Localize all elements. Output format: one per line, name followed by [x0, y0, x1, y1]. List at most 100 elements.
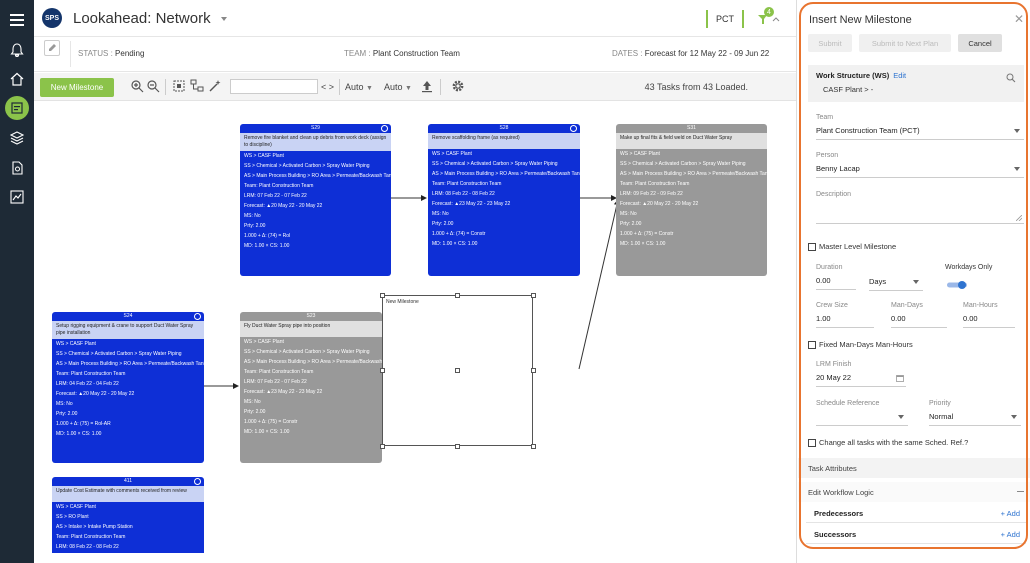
- duration-input[interactable]: 0.00: [816, 276, 856, 290]
- person-field[interactable]: Person Benny Lacap: [816, 152, 1024, 178]
- auto-select-2[interactable]: Auto ▼: [384, 82, 412, 92]
- magic-wand-icon[interactable]: [208, 79, 222, 93]
- resize-handle[interactable]: [380, 444, 385, 449]
- task-card[interactable]: 411 Update Cost Estimate with comments re…: [52, 477, 204, 553]
- task-card[interactable]: S31 Make up final fits & field weld on Du…: [616, 124, 767, 276]
- task-status-icon[interactable]: [194, 313, 201, 320]
- man-hours-input[interactable]: 0.00: [963, 314, 1015, 328]
- prev-next-nav[interactable]: < >: [321, 82, 334, 92]
- duration-unit-value: Days: [869, 277, 887, 286]
- search-icon[interactable]: [1006, 70, 1016, 83]
- close-icon[interactable]: ✕: [1014, 12, 1024, 26]
- upload-icon[interactable]: [420, 79, 434, 93]
- zoom-in-icon[interactable]: [130, 79, 144, 93]
- tasks-loaded-count: 43 Tasks from 43 Loaded.: [644, 82, 748, 92]
- calendar-icon[interactable]: [896, 374, 904, 382]
- task-card[interactable]: S28 Remove scaffolding frame (as required…: [428, 124, 580, 276]
- submit-next-plan-button[interactable]: Submit to Next Plan: [859, 34, 951, 52]
- task-card-field: AS > Main Process Building > RO Area > P…: [620, 171, 767, 177]
- team-value: Plant Construction Team: [372, 49, 460, 58]
- page-title[interactable]: Lookahead: Network: [73, 10, 227, 27]
- search-input[interactable]: [230, 79, 318, 94]
- master-level-checkbox[interactable]: Master Level Milestone: [808, 242, 896, 251]
- priority-field[interactable]: Priority Normal: [929, 400, 1021, 426]
- fixed-mandays-checkbox[interactable]: Fixed Man-Days Man-Hours: [808, 340, 913, 349]
- chevron-down-icon[interactable]: [220, 17, 227, 22]
- task-status-icon[interactable]: [570, 125, 577, 132]
- task-card[interactable]: S24 Setup rigging equipment & crane to su…: [52, 312, 204, 463]
- home-icon[interactable]: [5, 67, 29, 91]
- collapse-icon[interactable]: [1017, 491, 1024, 492]
- task-card-field: AS > Main Process Building > RO Area > P…: [432, 171, 580, 177]
- person-select[interactable]: Benny Lacap: [816, 164, 1024, 178]
- crew-size-input[interactable]: 1.00: [816, 314, 874, 328]
- status-info: STATUS : Pending: [78, 49, 145, 58]
- man-days-input[interactable]: 0.00: [891, 314, 947, 328]
- ws-edit-link[interactable]: Edit: [893, 71, 906, 80]
- team-field[interactable]: Team Plant Construction Team (PCT): [816, 114, 1024, 140]
- duration-unit-field[interactable]: Days: [869, 270, 923, 291]
- checkbox-box[interactable]: [808, 242, 816, 251]
- schedule-reference-field[interactable]: Schedule Reference: [816, 400, 908, 426]
- change-all-label: Change all tasks with the same Sched. Re…: [819, 438, 969, 447]
- task-status-icon[interactable]: [194, 478, 201, 485]
- chart-icon[interactable]: [5, 185, 29, 209]
- dates-label: DATES: [612, 49, 639, 58]
- task-card[interactable]: S23 Fly Duct Water Spray pipe into positi…: [240, 312, 382, 463]
- schedule-icon[interactable]: [5, 96, 29, 120]
- task-attributes-section[interactable]: Task Attributes: [798, 458, 1030, 478]
- task-card-field: SS > Chemical > Activated Carbon > Spray…: [620, 161, 746, 167]
- man-days-label: Man-Days: [891, 302, 923, 309]
- new-milestone-button[interactable]: New Milestone: [40, 78, 114, 97]
- submit-button[interactable]: Submit: [808, 34, 852, 52]
- resize-handle[interactable]: [531, 444, 536, 449]
- description-label: Description: [816, 191, 852, 198]
- resize-handle[interactable]: [531, 293, 536, 298]
- lrm-finish-field[interactable]: LRM Finish 20 May 22: [816, 361, 906, 387]
- priority-select[interactable]: Normal: [929, 412, 1021, 426]
- resize-handle[interactable]: [531, 368, 536, 373]
- team-select[interactable]: Plant Construction Team (PCT): [816, 126, 1024, 140]
- menu-icon[interactable]: [5, 8, 29, 32]
- workflow-logic-section[interactable]: Edit Workflow Logic: [798, 482, 1030, 502]
- gear-icon[interactable]: [451, 79, 465, 93]
- task-card-id: S29: [311, 125, 320, 131]
- horizontal-scrollbar[interactable]: [34, 553, 796, 563]
- layout-icon[interactable]: [190, 79, 204, 93]
- schedule-reference-select[interactable]: [816, 412, 908, 426]
- description-textarea[interactable]: [816, 198, 1024, 224]
- description-field[interactable]: Description: [816, 191, 1024, 224]
- man-days-field[interactable]: Man-Days 0.00: [891, 302, 947, 328]
- network-canvas[interactable]: S29 Remove fire blanket and clean up debr…: [34, 102, 796, 553]
- pencil-icon[interactable]: [44, 40, 60, 56]
- bell-icon[interactable]: [5, 38, 29, 62]
- man-hours-field[interactable]: Man-Hours 0.00: [963, 302, 1015, 328]
- layers-icon[interactable]: [5, 126, 29, 150]
- lrm-finish-input[interactable]: 20 May 22: [816, 373, 906, 387]
- resize-handle[interactable]: [455, 444, 460, 449]
- crew-size-field[interactable]: Crew Size 1.00: [816, 302, 874, 328]
- work-structure-label: Work Structure (WS) Edit: [816, 71, 906, 80]
- resize-handle[interactable]: [380, 368, 385, 373]
- zoom-out-icon[interactable]: [146, 79, 160, 93]
- resize-handle[interactable]: [455, 293, 460, 298]
- duration-field[interactable]: Duration 0.00: [816, 264, 856, 290]
- checkbox-box[interactable]: [808, 340, 816, 349]
- resize-handle[interactable]: [380, 293, 385, 298]
- cancel-button[interactable]: Cancel: [958, 34, 1002, 52]
- checkbox-box[interactable]: [808, 438, 816, 447]
- resize-handle[interactable]: [455, 368, 460, 373]
- add-predecessor-link[interactable]: + Add: [1001, 509, 1020, 518]
- task-card-field: MD: 1.00 × CS: 1.00: [432, 241, 478, 247]
- duration-unit-select[interactable]: Days: [869, 277, 923, 291]
- add-successor-link[interactable]: + Add: [1001, 530, 1020, 539]
- fit-screen-icon[interactable]: [172, 79, 186, 93]
- task-card[interactable]: S29 Remove fire blanket and clean up debr…: [240, 124, 391, 276]
- document-icon[interactable]: [5, 156, 29, 180]
- workdays-toggle[interactable]: [947, 276, 967, 289]
- auto-select-1[interactable]: Auto ▼: [345, 82, 373, 92]
- change-all-checkbox[interactable]: Change all tasks with the same Sched. Re…: [808, 438, 968, 447]
- task-card-field: Team: Plant Construction Team: [620, 181, 690, 187]
- team-badge[interactable]: PCT: [706, 10, 744, 28]
- task-status-icon[interactable]: [381, 125, 388, 132]
